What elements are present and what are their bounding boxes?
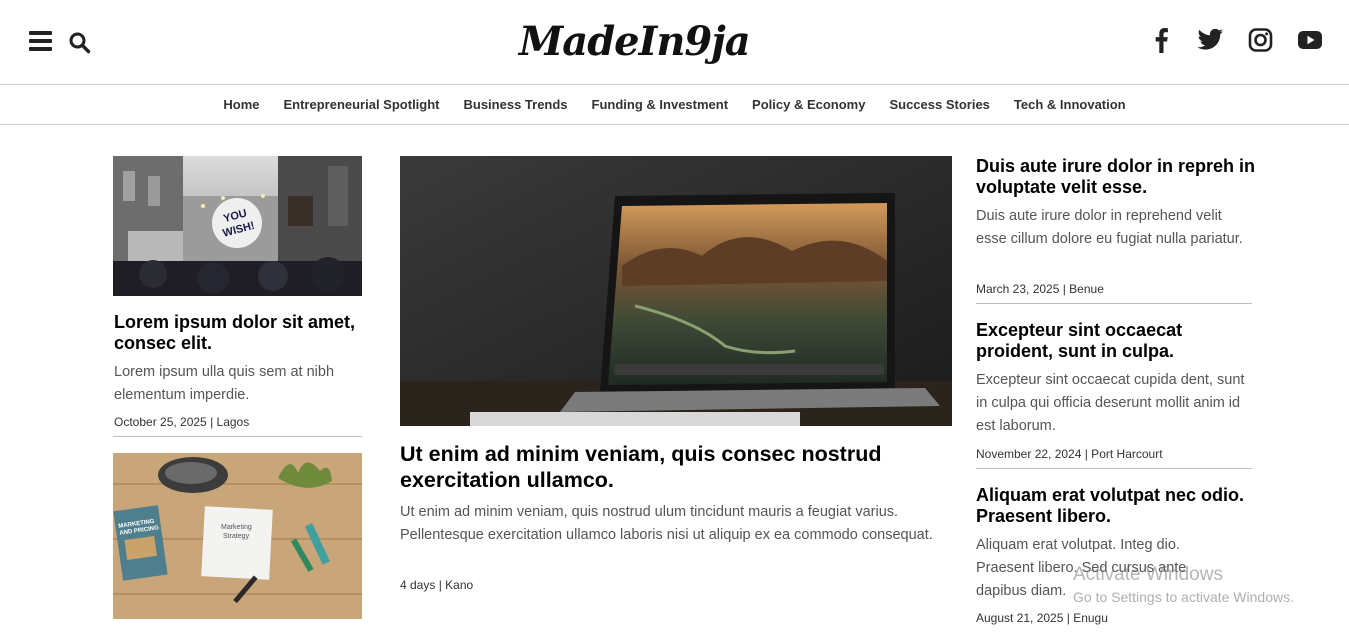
facebook-icon[interactable]: [1151, 27, 1171, 53]
article-title[interactable]: Excepteur sint occaecat proident, sunt i…: [976, 320, 1261, 362]
nav-item-home[interactable]: Home: [223, 97, 259, 112]
youtube-icon[interactable]: [1297, 27, 1323, 53]
site-logo[interactable]: MadeIn9ja: [519, 12, 751, 72]
nav-item-entrepreneurial-spotlight[interactable]: Entrepreneurial Spotlight: [283, 97, 439, 112]
svg-text:Marketing: Marketing: [221, 524, 252, 531]
article-title[interactable]: Aliquam erat volutpat nec odio. Praesent…: [976, 485, 1261, 527]
nav-item-success-stories[interactable]: Success Stories: [889, 97, 989, 112]
featured-article-meta: 4 days | Kano: [400, 578, 474, 592]
nav-item-tech-innovation[interactable]: Tech & Innovation: [1014, 97, 1126, 112]
search-icon[interactable]: [68, 31, 92, 55]
divider: [976, 468, 1252, 469]
activate-windows-subtitle: Go to Settings to activate Windows.: [1073, 589, 1294, 605]
main-navigation: Home Entrepreneurial Spotlight Business …: [0, 85, 1349, 125]
featured-article-title[interactable]: Ut enim ad minim veniam, quis consec nos…: [400, 441, 960, 493]
nav-item-funding-investment[interactable]: Funding & Investment: [592, 97, 729, 112]
article-excerpt: Excepteur sint occaecat cupida dent, sun…: [976, 372, 1245, 434]
article-title[interactable]: Duis aute irure dolor in repreh in volup…: [976, 156, 1261, 198]
instagram-icon[interactable]: [1248, 27, 1273, 53]
article-excerpt: Lorem ipsum ulla quis sem at nibh elemen…: [114, 364, 335, 403]
featured-article-excerpt: Ut enim ad minim veniam, quis nostrud ul…: [400, 504, 933, 543]
hamburger-menu-icon[interactable]: [29, 31, 52, 51]
nav-item-business-trends[interactable]: Business Trends: [464, 97, 568, 112]
article-meta: March 23, 2025 | Benue: [976, 282, 1104, 296]
twitter-icon[interactable]: [1197, 27, 1224, 53]
article-image-desk[interactable]: MARKETING AND PRICING Marketing Strategy: [113, 453, 362, 619]
divider: [113, 436, 362, 437]
nav-item-policy-economy[interactable]: Policy & Economy: [752, 97, 865, 112]
article-meta: October 25, 2025 | Lagos: [114, 415, 250, 429]
svg-text:Strategy: Strategy: [223, 533, 250, 540]
article-meta: November 22, 2024 | Port Harcourt: [976, 447, 1163, 461]
article-title[interactable]: Lorem ipsum dolor sit amet, consec elit.: [114, 312, 364, 354]
activate-windows-title: Activate Windows: [1073, 564, 1223, 585]
featured-article-image[interactable]: [400, 156, 952, 426]
site-header: MadeIn9ja: [0, 0, 1349, 85]
divider: [976, 303, 1252, 304]
article-excerpt: Duis aute irure dolor in reprehend velit…: [976, 208, 1243, 247]
article-image-street[interactable]: YOU WISH!: [113, 156, 362, 296]
article-meta: August 21, 2025 | Enugu: [976, 611, 1108, 625]
